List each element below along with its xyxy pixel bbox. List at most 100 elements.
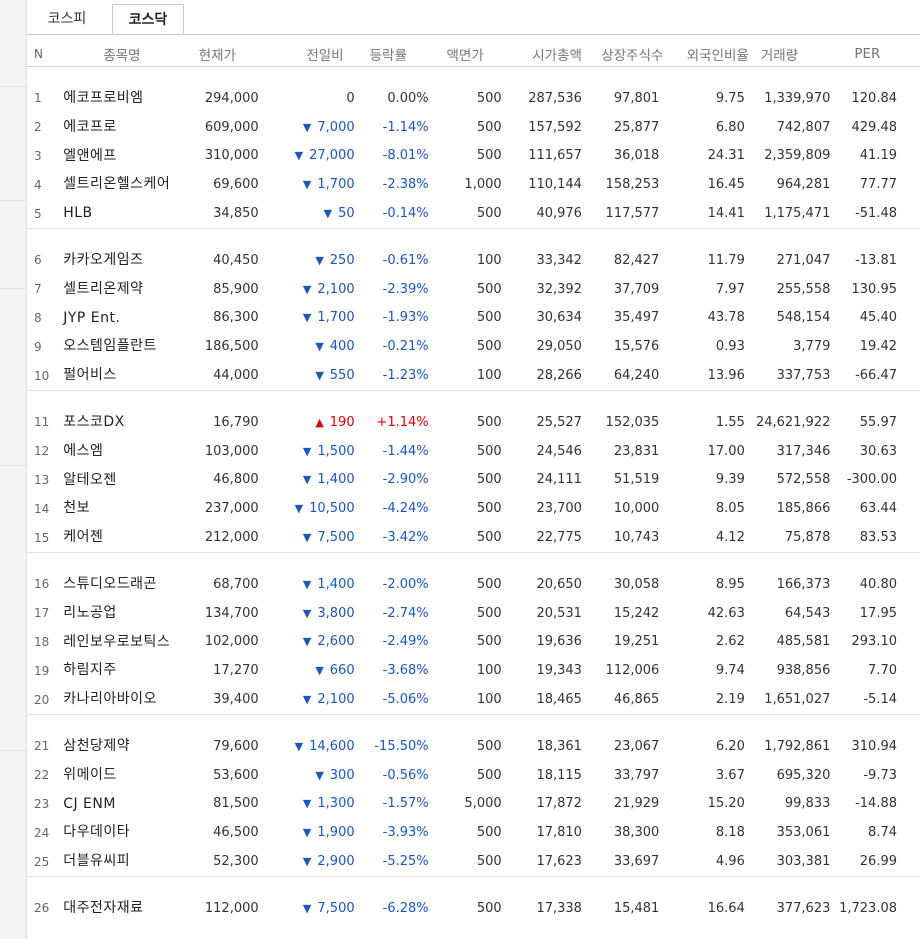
change-value: 7,500 xyxy=(317,530,355,546)
stock-name-link[interactable]: 포스코DX xyxy=(63,408,189,436)
col-header-per[interactable]: PER xyxy=(834,42,920,67)
market-cap: 32,392 xyxy=(536,281,582,297)
per-value: 7.70 xyxy=(868,663,897,679)
stock-name-link[interactable]: JYP Ent. xyxy=(63,304,189,332)
stock-name-link[interactable]: 다우데이타 xyxy=(63,818,189,846)
stock-name-cell: 엘앤에프 xyxy=(55,142,189,171)
market-cap: 29,050 xyxy=(536,339,582,355)
change-rate: -1.44% xyxy=(382,443,429,459)
rail-divider xyxy=(0,86,26,87)
stock-name-link[interactable]: 대주전자재료 xyxy=(63,894,189,922)
change-rate: -5.06% xyxy=(382,692,429,708)
stock-name-link[interactable]: 엘앤에프 xyxy=(63,142,189,170)
stock-name-link[interactable]: 위메이드 xyxy=(63,761,189,789)
change-value: 190 xyxy=(329,414,355,430)
foreign-ratio: 11.79 xyxy=(707,252,745,268)
col-header-foreign[interactable]: 외국인비율 xyxy=(663,42,749,67)
current-price: 68,700 xyxy=(213,576,259,592)
stock-name-link[interactable]: 더블유씨피 xyxy=(63,847,189,875)
col-header-cap[interactable]: 시가총액 xyxy=(501,42,582,67)
arrow-down-icon: ▼ xyxy=(302,635,312,649)
face-value: 100 xyxy=(476,692,502,708)
stock-name-link[interactable]: 알테오젠 xyxy=(63,466,189,494)
change-value: 27,000 xyxy=(309,148,355,164)
market-cap: 19,636 xyxy=(536,634,582,650)
change-value: 3,800 xyxy=(317,605,355,621)
tab-kospi[interactable]: 코스피 xyxy=(28,4,106,34)
current-price: 39,400 xyxy=(213,692,259,708)
stock-name-link[interactable]: 오스템임플란트 xyxy=(63,332,189,360)
table-row: 21 삼천당제약 79,600 ▼ 14,600 -15.50% 500 18,361 23,0… xyxy=(26,732,920,761)
per-value: -9.73 xyxy=(863,767,897,783)
market-cap: 24,111 xyxy=(536,472,582,488)
stock-name-link[interactable]: CJ ENM xyxy=(63,790,189,818)
trading-volume: 166,373 xyxy=(776,576,831,592)
face-value: 500 xyxy=(476,148,502,164)
change-value: 14,600 xyxy=(309,738,355,754)
trading-volume: 1,651,027 xyxy=(764,692,831,708)
per-value: -300.00 xyxy=(846,472,897,488)
trading-volume: 2,359,809 xyxy=(764,148,831,164)
col-header-face[interactable]: 액면가 xyxy=(428,42,502,67)
stock-name-link[interactable]: 에코프로비엠 xyxy=(63,84,189,112)
col-header-shares[interactable]: 상장주식수 xyxy=(581,42,664,67)
stock-name-link[interactable]: 카카오게임즈 xyxy=(63,246,189,274)
per-value: -66.47 xyxy=(855,368,897,384)
market-cap: 40,976 xyxy=(536,206,582,222)
table-row: 6 카카오게임즈 40,450 ▼ 250 -0.61% 100 33,342 82,427 11… xyxy=(26,246,920,275)
per-value: 310.94 xyxy=(851,738,898,754)
current-price: 40,450 xyxy=(213,252,259,268)
change-cell: ▼ 1,400 xyxy=(260,570,356,599)
listed-shares: 33,697 xyxy=(613,854,660,870)
col-header-change[interactable]: 전일비 xyxy=(259,42,356,67)
tab-kosdaq[interactable]: 코스닥 xyxy=(112,4,184,34)
listed-shares: 25,877 xyxy=(613,119,660,135)
col-header-name[interactable]: 종목명 xyxy=(55,42,189,67)
listed-shares: 64,240 xyxy=(613,368,660,384)
face-value: 5,000 xyxy=(464,796,502,812)
stock-name-link[interactable]: 셀트리온제약 xyxy=(63,275,189,303)
change-value: 400 xyxy=(329,339,355,355)
table-row: 4 셀트리온헬스케어 69,600 ▼ 1,700 -2.38% 1,000 110,144 1… xyxy=(26,170,920,199)
arrow-down-icon: ▼ xyxy=(302,693,312,707)
table-row: 23 CJ ENM 81,500 ▼ 1,300 -1.57% 5,000 17,872 21,… xyxy=(26,790,920,819)
stock-name-link[interactable]: 에스엠 xyxy=(63,437,189,465)
stock-name-link[interactable]: 레인보우로보틱스 xyxy=(63,628,189,656)
stock-name-link[interactable]: 리노공업 xyxy=(63,599,189,627)
col-header-price[interactable]: 현재가 xyxy=(188,42,260,67)
trading-volume: 3,779 xyxy=(793,339,831,355)
listed-shares: 15,576 xyxy=(613,339,660,355)
face-value: 500 xyxy=(476,767,502,783)
trading-volume: 548,154 xyxy=(776,310,831,326)
stock-name-link[interactable]: 케어젠 xyxy=(63,523,189,551)
col-header-rate[interactable]: 등락률 xyxy=(355,42,429,67)
trading-volume: 337,753 xyxy=(776,368,831,384)
stock-name-link[interactable]: 셀트리온헬스케어 xyxy=(63,170,189,198)
current-price: 212,000 xyxy=(204,530,259,546)
change-cell: ▼ 7,500 xyxy=(260,523,356,552)
market-cap: 28,266 xyxy=(536,368,582,384)
change-rate: -2.38% xyxy=(382,177,429,193)
stock-name-link[interactable]: 천보 xyxy=(63,494,189,522)
foreign-ratio: 9.74 xyxy=(715,663,745,679)
per-value: 120.84 xyxy=(851,90,898,106)
arrow-down-icon: ▼ xyxy=(315,253,324,267)
col-header-volume[interactable]: 거래량 xyxy=(748,42,835,67)
market-cap: 17,810 xyxy=(536,825,582,841)
change-rate: +1.14% xyxy=(376,414,429,430)
row-number: 23 xyxy=(34,796,50,811)
group-spacer xyxy=(26,67,920,85)
change-value: 50 xyxy=(338,206,355,222)
stock-name-link[interactable]: 카나리아바이오 xyxy=(63,685,189,713)
stock-name-link[interactable]: 삼천당제약 xyxy=(63,732,189,760)
stock-name-link[interactable]: 에코프로 xyxy=(63,113,189,141)
market-cap: 20,531 xyxy=(536,605,582,621)
stock-name-link[interactable]: 하림지주 xyxy=(63,656,189,684)
stock-name-link[interactable]: 스튜디오드래곤 xyxy=(63,570,189,598)
stock-name-link[interactable]: 펄어비스 xyxy=(63,361,189,389)
change-rate: -6.28% xyxy=(382,900,429,916)
foreign-ratio: 1.55 xyxy=(715,414,745,430)
rail-divider xyxy=(0,288,26,289)
listed-shares: 23,831 xyxy=(613,443,660,459)
stock-name-link[interactable]: HLB xyxy=(63,199,189,227)
